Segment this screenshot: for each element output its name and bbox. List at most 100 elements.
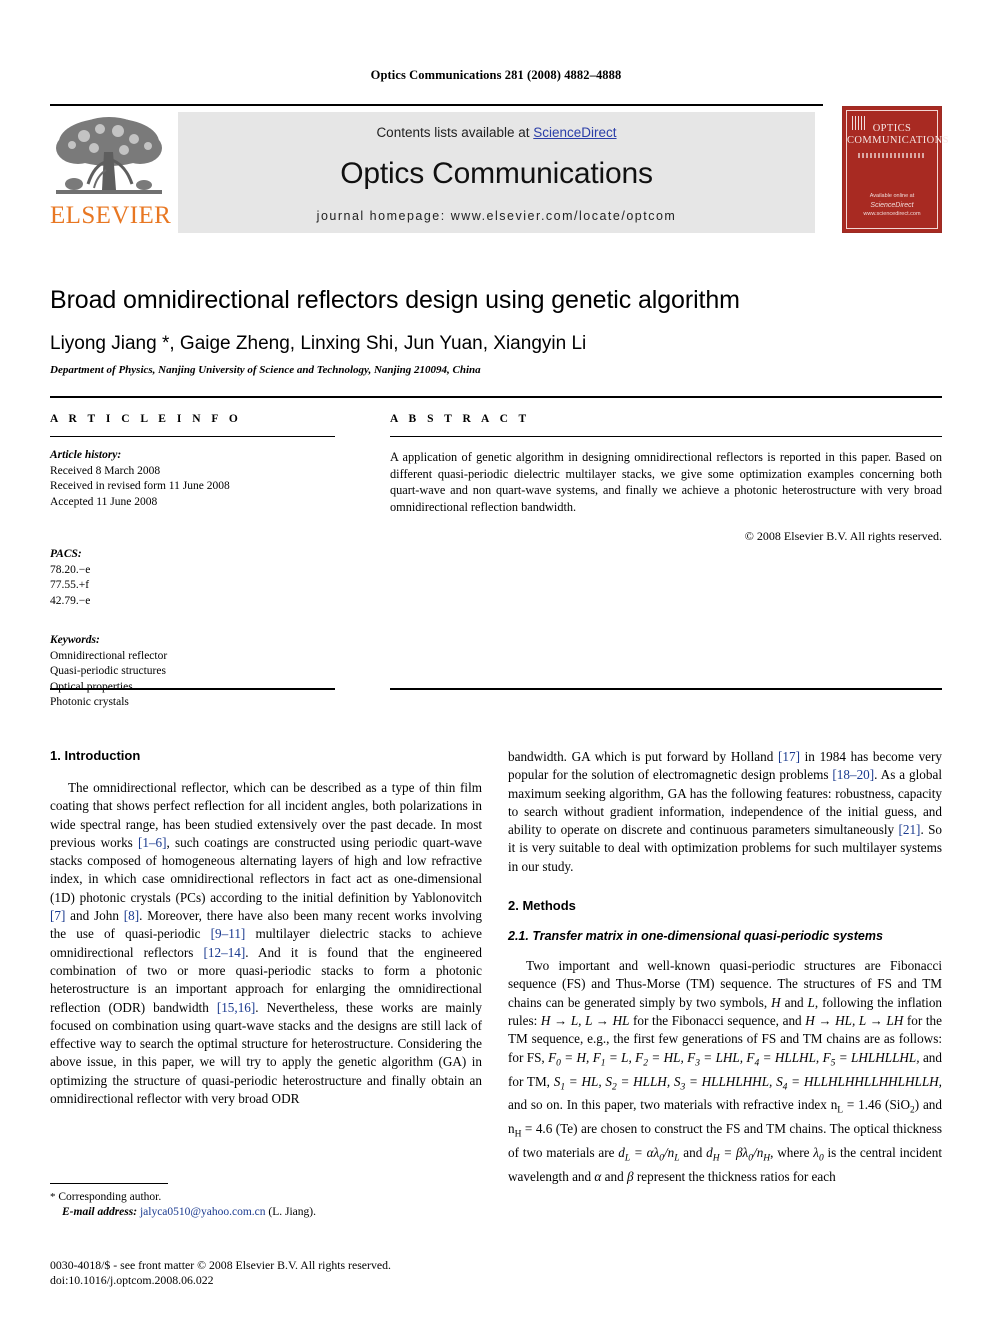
- thue-morse-chain-generations: S1 = HL, S2 = HLLH, S3 = HLLHLHHL, S4 = …: [553, 1073, 942, 1093]
- abstract-bottom-rule: [390, 688, 942, 690]
- imprint-block: 0030-4018/$ - see front matter © 2008 El…: [50, 1258, 610, 1288]
- symbol-H: H: [771, 994, 781, 1010]
- citation-17[interactable]: [17]: [778, 749, 800, 764]
- subsection-heading-transfer-matrix: 2.1. Transfer matrix in one-dimensional …: [508, 929, 883, 944]
- intro-paragraph: The omnidirectional reflector, which can…: [50, 779, 482, 1108]
- methods-text-d: for the Fibonacci sequence, and: [629, 1012, 806, 1028]
- elsevier-logo: ELSEVIER: [50, 112, 172, 230]
- methods-paragraph: Two important and well-known quasi-perio…: [508, 957, 942, 1186]
- journal-masthead: ELSEVIER Contents lists available at Sci…: [50, 104, 949, 233]
- corresponding-author-label: Corresponding author.: [58, 1191, 162, 1203]
- section-heading-methods: 2. Methods: [508, 898, 576, 914]
- abstract-heading: A B S T R A C T: [390, 413, 531, 425]
- elsevier-wordmark: ELSEVIER: [50, 202, 172, 229]
- abstract-rule: [390, 436, 942, 437]
- info-spacer-2: [50, 609, 335, 622]
- article-info-rule: [50, 436, 335, 437]
- intro-text-c: and John: [65, 908, 124, 924]
- keyword-1: Omnidirectional reflector: [50, 649, 168, 662]
- keyword-2: Quasi-periodic structures: [50, 665, 166, 677]
- body-column-right: bandwidth. GA which is put forward by Ho…: [508, 748, 942, 1187]
- contents-available-line: Contents lists available at ScienceDirec…: [178, 125, 815, 140]
- intro-continuation-paragraph: bandwidth. GA which is put forward by Ho…: [508, 748, 942, 876]
- cover-footer-line-1: Available online at: [869, 193, 915, 199]
- thickness-high: dH = βλ0/nH: [706, 1145, 771, 1164]
- fibonacci-chain-generations: F0 = H, F1 = L, F2 = HL, F3 = LHL, F4 = …: [548, 1049, 920, 1069]
- cover-inner-frame: OPTICS COMMUNICATIONS Available online a…: [846, 110, 949, 229]
- cover-footer-line-3: www.sciencedirect.com: [863, 211, 921, 217]
- citation-1-6[interactable]: [1–6]: [138, 835, 167, 850]
- masthead-panel: Contents lists available at ScienceDirec…: [178, 112, 815, 233]
- elsevier-tree-logo-icon: [56, 117, 162, 194]
- methods-text-h: and: [919, 1097, 942, 1113]
- methods-text-n: represent the thickness ratios for each: [633, 1169, 836, 1185]
- pacs-code-1: 78.20.−e: [50, 563, 91, 576]
- citation-8[interactable]: [8]: [124, 908, 139, 923]
- citation-12-14[interactable]: [12–14]: [204, 945, 246, 960]
- article-history-accepted: Accepted 11 June 2008: [50, 495, 158, 508]
- citation-18-20[interactable]: [18–20]: [832, 767, 874, 782]
- keyword-4: Photonic crystals: [50, 696, 129, 708]
- methods-text-j: and: [679, 1145, 707, 1161]
- sciencedirect-link[interactable]: ScienceDirect: [533, 125, 616, 140]
- title-bottom-rule: [50, 396, 942, 398]
- email-suffix: (L. Jiang).: [268, 1206, 316, 1218]
- asterisk-icon: *: [50, 1191, 56, 1203]
- citation-15-16[interactable]: [15,16]: [217, 1000, 255, 1015]
- refractive-index-low: nL = 1.46 (SiO2): [830, 1097, 920, 1117]
- section-heading-introduction: 1. Introduction: [50, 748, 141, 763]
- beta-symbol: β: [627, 1169, 634, 1185]
- intro-text-g: . Nevertheless, these works are mainly f…: [50, 999, 482, 1107]
- email-link[interactable]: jalyca0510@yahoo.com.cn: [140, 1206, 266, 1218]
- citation-7[interactable]: [7]: [50, 908, 65, 923]
- email-label: E-mail address:: [62, 1206, 138, 1218]
- info-bottom-rule: [50, 688, 335, 690]
- methods-text-k: , where: [770, 1145, 814, 1161]
- pacs-label: PACS:: [50, 548, 82, 560]
- footnote-block: * Corresponding author. E-mail address: …: [50, 1190, 482, 1220]
- inflation-rule-thue-morse: H → HL, L → LH: [805, 1012, 904, 1028]
- imprint-front-matter: 0030-4018/$ - see front matter © 2008 El…: [50, 1258, 391, 1272]
- keywords-group: Keywords: Omnidirectional reflector Quas…: [50, 633, 335, 711]
- journal-article-page: Optics Communications 281 (2008) 4882–48…: [0, 0, 992, 1323]
- email-line: E-mail address: jalyca0510@yahoo.com.cn …: [50, 1205, 482, 1220]
- masthead-top-rule: [50, 104, 823, 106]
- refractive-index-high: nH = 4.6 (Te): [508, 1121, 578, 1141]
- contents-prefix: Contents lists available at: [376, 125, 534, 140]
- methods-text-g: and so on. In this paper, two materials …: [508, 1097, 831, 1113]
- article-history-group: Article history: Received 8 March 2008 R…: [50, 448, 335, 510]
- pacs-group: PACS: 78.20.−e 77.55.+f 42.79.−e: [50, 547, 335, 609]
- author-list: Liyong Jiang *, Gaige Zheng, Linxing Shi…: [50, 333, 587, 354]
- journal-title: Optics Communications: [340, 157, 653, 190]
- abstract-column: A B S T R A C T A application of genetic…: [390, 413, 942, 544]
- running-head: Optics Communications 281 (2008) 4882–48…: [370, 68, 622, 82]
- cover-sciencedirect-logo: ScienceDirect: [870, 202, 914, 209]
- citation-9-11[interactable]: [9–11]: [211, 926, 246, 941]
- cover-journal-title: OPTICS COMMUNICATIONS: [847, 123, 949, 146]
- article-info-column: A R T I C L E I N F O Article history: R…: [50, 413, 335, 711]
- symbol-L: L: [807, 994, 815, 1010]
- pacs-code-2: 77.55.+f: [50, 579, 90, 591]
- article-history-received: Received 8 March 2008: [50, 464, 161, 477]
- affiliation: Department of Physics, Nanjing Universit…: [50, 364, 481, 376]
- abstract-text: A application of genetic algorithm in de…: [390, 450, 942, 514]
- body-column-left: 1. Introduction The omnidirectional refl…: [50, 748, 482, 1108]
- right-text-a: bandwidth. GA which is put forward by Ho…: [508, 749, 778, 764]
- title-block: Broad omnidirectional reflectors design …: [50, 285, 942, 376]
- article-history-revised: Received in revised form 11 June 2008: [50, 480, 230, 492]
- journal-cover-thumbnail[interactable]: OPTICS COMMUNICATIONS Available online a…: [842, 106, 949, 233]
- article-history-label: Article history:: [50, 449, 122, 461]
- citation-21[interactable]: [21]: [898, 822, 920, 837]
- central-wavelength-symbol: λ0: [813, 1145, 824, 1164]
- footnote-separator-rule: [50, 1183, 168, 1184]
- keywords-label: Keywords:: [50, 634, 100, 646]
- inflation-rule-fibonacci: H → L, L → HL: [540, 1012, 630, 1028]
- journal-homepage-line[interactable]: journal homepage: www.elsevier.com/locat…: [178, 209, 815, 223]
- abstract-copyright: © 2008 Elsevier B.V. All rights reserved…: [744, 529, 942, 543]
- cover-footer: Available online at ScienceDirect www.sc…: [847, 193, 937, 218]
- methods-text-b: and: [780, 994, 808, 1010]
- thickness-low: dL = αλ0/nL: [618, 1145, 680, 1164]
- imprint-doi: doi:10.1016/j.optcom.2008.06.022: [50, 1273, 214, 1287]
- methods-text-m: and: [601, 1169, 627, 1185]
